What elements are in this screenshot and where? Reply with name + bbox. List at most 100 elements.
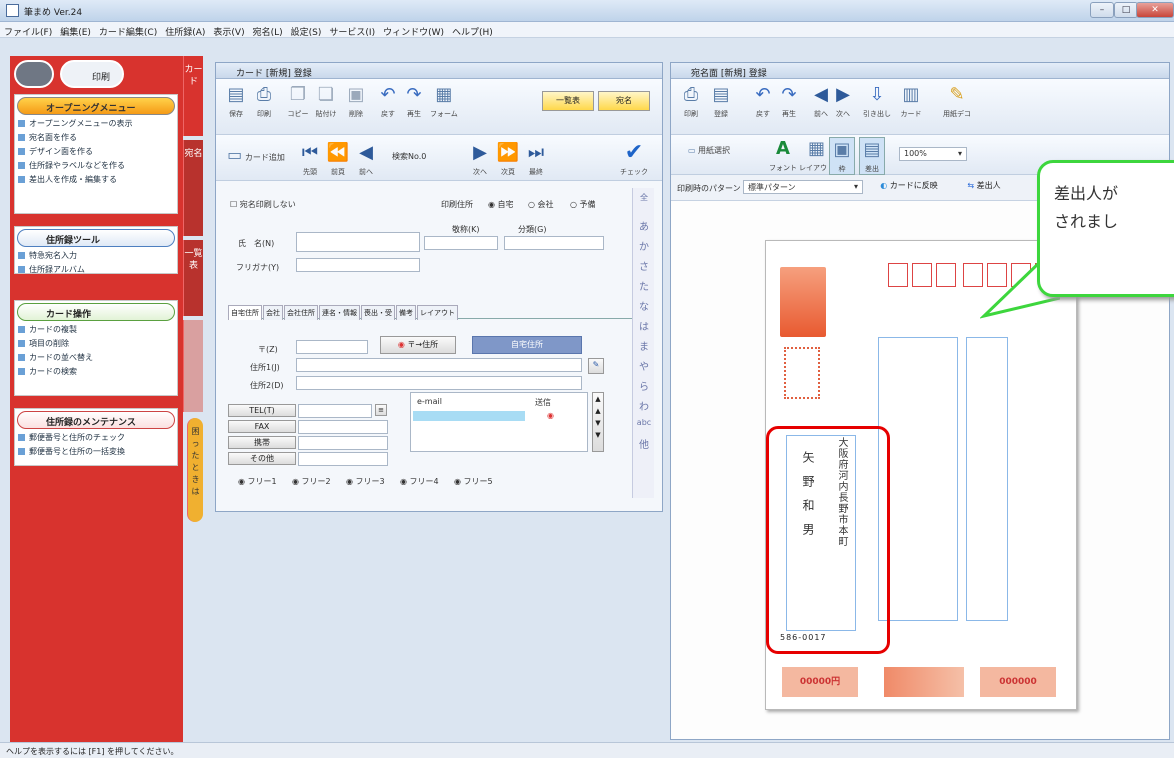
sidebar-item-opening[interactable]: オープニングメニューの表示 [15, 117, 177, 131]
free5[interactable]: ◉ フリー5 [454, 476, 493, 487]
label-redo-button[interactable]: ↷ 再生 [777, 83, 801, 119]
address2-field[interactable] [296, 376, 582, 390]
copy-button[interactable]: ❐ コピー [286, 83, 310, 119]
frame-button[interactable]: ▣ 枠 [829, 137, 855, 175]
menu-card-edit[interactable]: カード編集(C) [95, 22, 161, 38]
register-button[interactable]: ▤ 登録 [709, 83, 733, 119]
kana-ya[interactable]: や [634, 358, 654, 373]
kana-wa[interactable]: わ [634, 398, 654, 413]
free1[interactable]: ◉ フリー1 [238, 476, 277, 487]
pattern-select[interactable]: 標準パターン ▾ [743, 180, 863, 194]
next-button[interactable]: ▶ 次へ [468, 141, 492, 177]
sidebar-item-design-face[interactable]: デザイン面を作る [15, 145, 177, 159]
sidebar-design-button[interactable] [14, 60, 54, 88]
free4[interactable]: ◉ フリー4 [400, 476, 439, 487]
zoom-select[interactable]: 100% ▾ [899, 147, 967, 161]
sidebar-item-album[interactable]: 住所録アルバム [15, 263, 177, 277]
name-field[interactable] [296, 232, 420, 252]
sidebar-print-button[interactable]: 印刷 [60, 60, 124, 88]
recipient-frame[interactable] [878, 337, 958, 621]
tab-notes[interactable]: 備考 [396, 305, 416, 320]
postal-field[interactable] [296, 340, 368, 354]
home-address-button[interactable]: 自宅住所 [472, 336, 582, 354]
tel-dropdown[interactable]: ≡ [375, 404, 387, 416]
menu-settings[interactable]: 設定(S) [287, 22, 326, 38]
free2[interactable]: ◉ フリー2 [292, 476, 331, 487]
menu-edit[interactable]: 編集(E) [56, 22, 95, 38]
email-table[interactable]: e-mail 送信 ◉ [410, 392, 588, 452]
label-print-button[interactable]: ⎙ 印刷 [679, 83, 703, 119]
tab-list[interactable]: 一覧表 [183, 240, 203, 316]
menu-service[interactable]: サービス(I) [325, 22, 379, 38]
card-button[interactable]: ▥ カード [899, 83, 923, 119]
delete-button[interactable]: ▣ 削除 [344, 83, 368, 119]
send-radio[interactable]: ◉ [547, 411, 554, 420]
menu-help[interactable]: ヘルプ(H) [448, 22, 497, 38]
furigana-field[interactable] [296, 258, 420, 272]
close-button[interactable]: ✕ [1136, 2, 1174, 18]
paste-button[interactable]: ❏ 貼付け [314, 83, 338, 119]
kana-ma[interactable]: ま [634, 338, 654, 353]
maintenance-header[interactable]: 住所録のメンテナンス [17, 411, 175, 429]
menu-file[interactable]: ファイル(F) [0, 22, 56, 38]
sidebar-item-postal-convert[interactable]: 郵便番号と住所の一括変換 [15, 445, 177, 459]
tab-joint-names[interactable]: 連名・情報 [319, 305, 360, 320]
sidebar-item-sort[interactable]: カードの並べ替え [15, 351, 177, 365]
kana-all[interactable]: 全 [634, 192, 654, 203]
prev-button[interactable]: ◀ 前へ [354, 141, 378, 177]
tab-layout[interactable]: レイアウト [417, 305, 458, 320]
menu-window[interactable]: ウィンドウ(W) [379, 22, 448, 38]
tab-company-address[interactable]: 会社住所 [284, 305, 318, 320]
save-button[interactable]: ▤ 保存 [224, 83, 248, 119]
address-tools-header[interactable]: 住所録ツール [17, 229, 175, 247]
prev-page-button[interactable]: ⏪ 前頁 [326, 141, 350, 177]
sidebar-item-search[interactable]: カードの検索 [15, 365, 177, 379]
list-view-button[interactable]: 一覧表 [542, 91, 594, 111]
honorific-select[interactable] [424, 236, 498, 250]
sender-link-button[interactable]: ⇆ 差出人 [951, 179, 1017, 195]
print-addr-company[interactable]: ○ 会社 [528, 199, 554, 210]
label-view-button[interactable]: 宛名 [598, 91, 650, 111]
tab-home-address[interactable]: 自宅住所 [228, 305, 262, 320]
email-scroll[interactable]: ▲ ▲ ▼ ▼ [592, 392, 604, 452]
kana-other[interactable]: 他 [634, 436, 654, 451]
tel-field[interactable] [298, 404, 372, 418]
kana-ra[interactable]: ら [634, 378, 654, 393]
kana-ka[interactable]: か [634, 238, 654, 253]
tab-help[interactable]: 困ったときは [187, 418, 203, 522]
kana-a[interactable]: あ [634, 218, 654, 233]
sidebar-item-duplicate[interactable]: カードの複製 [15, 323, 177, 337]
address-edit-button[interactable]: ✎ [588, 358, 604, 374]
address1-field[interactable] [296, 358, 582, 372]
fax-label-button[interactable]: FAX [228, 420, 296, 433]
font-button[interactable]: A フォント [769, 137, 797, 173]
free3[interactable]: ◉ フリー3 [346, 476, 385, 487]
minimize-button[interactable]: – [1090, 2, 1114, 18]
tel-label-button[interactable]: TEL(T) [228, 404, 296, 417]
tab-card[interactable]: カード [183, 56, 203, 136]
other-label-button[interactable]: その他 [228, 452, 296, 465]
email-row-selected[interactable] [413, 411, 525, 421]
opening-menu-header[interactable]: オープニングメニュー [17, 97, 175, 115]
form-button[interactable]: ▦ フォーム [430, 83, 458, 119]
sidebar-item-address-labels[interactable]: 住所録やラベルなどを作る [15, 159, 177, 173]
redo-button[interactable]: ↷ 再生 [402, 83, 426, 119]
undo-button[interactable]: ↶ 戻す [376, 83, 400, 119]
label-undo-button[interactable]: ↶ 戻す [751, 83, 775, 119]
kana-abc[interactable]: abc [634, 418, 654, 427]
other-field[interactable] [298, 452, 388, 466]
sidebar-item-sender-edit[interactable]: 差出人を作成・編集する [15, 173, 177, 187]
label-prev-button[interactable]: ◀ 前へ [809, 83, 833, 119]
category-select[interactable] [504, 236, 604, 250]
sidebar-item-delete[interactable]: 項目の削除 [15, 337, 177, 351]
recipient-frame-2[interactable] [966, 337, 1008, 621]
label-next-button[interactable]: ▶ 次へ [831, 83, 855, 119]
fax-field[interactable] [298, 420, 388, 434]
maximize-button[interactable]: □ [1114, 2, 1138, 18]
menu-view[interactable]: 表示(V) [209, 22, 248, 38]
tab-label[interactable]: 宛名 [183, 140, 203, 236]
check-button[interactable]: ✔ チェック [620, 141, 648, 177]
last-button[interactable]: ⏭ 最終 [524, 141, 548, 177]
menu-address-book[interactable]: 住所録(A) [161, 22, 209, 38]
postal-to-address-button[interactable]: ◉ 〒→住所 [380, 336, 456, 354]
